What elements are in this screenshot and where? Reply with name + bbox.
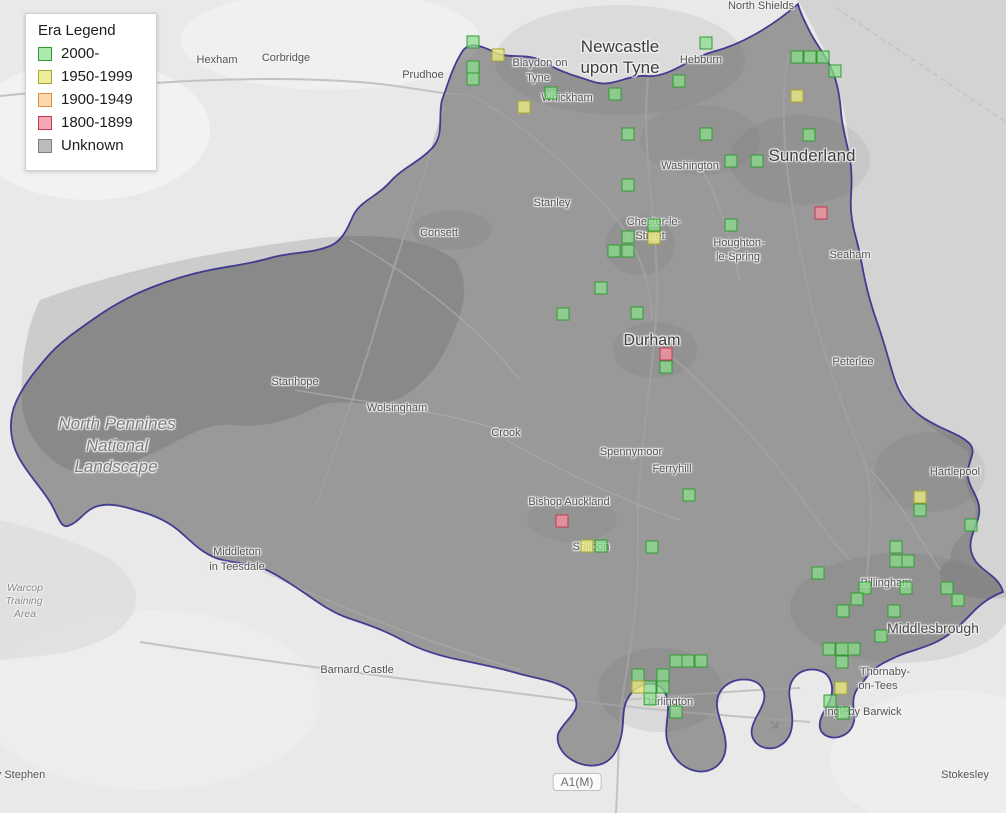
era-marker[interactable] — [659, 360, 673, 374]
era-marker[interactable] — [889, 540, 903, 554]
era-marker[interactable] — [874, 629, 888, 643]
legend-swatch-icon — [38, 92, 52, 107]
era-marker[interactable] — [803, 50, 817, 64]
era-marker[interactable] — [491, 48, 505, 62]
era-marker[interactable] — [724, 218, 738, 232]
era-marker[interactable] — [594, 281, 608, 295]
legend-title: Era Legend — [38, 22, 116, 39]
map[interactable]: Newcastle upon Tyne Sunderland Durham Middle… — [0, 0, 1006, 813]
era-marker[interactable] — [682, 488, 696, 502]
era-marker[interactable] — [816, 50, 830, 64]
legend-item: Unknown — [38, 137, 144, 154]
era-marker[interactable] — [850, 592, 864, 606]
era-marker[interactable] — [466, 35, 480, 49]
era-marker[interactable] — [694, 654, 708, 668]
legend-swatch-icon — [38, 46, 52, 61]
legend-swatch-icon — [38, 138, 52, 153]
era-marker[interactable] — [647, 218, 661, 232]
era-marker[interactable] — [656, 680, 670, 694]
era-marker[interactable] — [828, 64, 842, 78]
era-marker[interactable] — [811, 566, 825, 580]
legend-item-label: Unknown — [61, 137, 124, 154]
era-marker[interactable] — [608, 87, 622, 101]
era-marker[interactable] — [517, 100, 531, 114]
legend-item: 1800-1899 — [38, 114, 144, 131]
era-marker[interactable] — [681, 654, 695, 668]
era-marker[interactable] — [790, 50, 804, 64]
era-marker[interactable] — [887, 604, 901, 618]
legend-swatch-icon — [38, 69, 52, 84]
era-legend: Era Legend 2000- 1950-1999 1900-1949 1800-1… — [25, 13, 157, 171]
legend-items: 2000- 1950-1999 1900-1949 1800-1899 Unknown — [38, 45, 144, 154]
legend-swatch-icon — [38, 115, 52, 130]
era-marker[interactable] — [802, 128, 816, 142]
era-marker[interactable] — [835, 655, 849, 669]
legend-item-label: 1950-1999 — [61, 68, 133, 85]
era-marker[interactable] — [951, 593, 965, 607]
era-marker[interactable] — [647, 231, 661, 245]
era-marker[interactable] — [594, 539, 608, 553]
legend-item: 1950-1999 — [38, 68, 144, 85]
era-marker[interactable] — [607, 244, 621, 258]
era-marker[interactable] — [822, 642, 836, 656]
era-marker[interactable] — [555, 514, 569, 528]
era-marker[interactable] — [913, 503, 927, 517]
era-marker[interactable] — [814, 206, 828, 220]
era-marker[interactable] — [621, 127, 635, 141]
era-marker[interactable] — [630, 306, 644, 320]
era-marker[interactable] — [847, 642, 861, 656]
era-marker[interactable] — [724, 154, 738, 168]
era-marker[interactable] — [659, 347, 673, 361]
era-marker[interactable] — [544, 86, 558, 100]
era-marker[interactable] — [672, 74, 686, 88]
era-marker[interactable] — [580, 539, 594, 553]
legend-item-label: 1900-1949 — [61, 91, 133, 108]
era-marker[interactable] — [834, 681, 848, 695]
legend-item-label: 1800-1899 — [61, 114, 133, 131]
era-marker[interactable] — [556, 307, 570, 321]
legend-item: 1900-1949 — [38, 91, 144, 108]
era-marker[interactable] — [699, 127, 713, 141]
era-marker[interactable] — [964, 518, 978, 532]
era-marker[interactable] — [466, 72, 480, 86]
era-marker[interactable] — [699, 36, 713, 50]
era-marker[interactable] — [621, 230, 635, 244]
era-marker[interactable] — [836, 706, 850, 720]
era-marker[interactable] — [899, 581, 913, 595]
era-marker[interactable] — [621, 178, 635, 192]
road-badge: A1(M) — [552, 773, 602, 791]
era-marker[interactable] — [643, 692, 657, 706]
legend-item-label: 2000- — [61, 45, 100, 62]
era-marker[interactable] — [823, 694, 837, 708]
era-marker[interactable] — [645, 540, 659, 554]
era-marker[interactable] — [631, 680, 645, 694]
legend-item: 2000- — [38, 45, 144, 62]
era-marker[interactable] — [790, 89, 804, 103]
era-marker[interactable] — [913, 490, 927, 504]
era-marker[interactable] — [750, 154, 764, 168]
era-marker[interactable] — [669, 705, 683, 719]
era-marker[interactable] — [836, 604, 850, 618]
era-marker[interactable] — [621, 244, 635, 258]
era-marker[interactable] — [901, 554, 915, 568]
